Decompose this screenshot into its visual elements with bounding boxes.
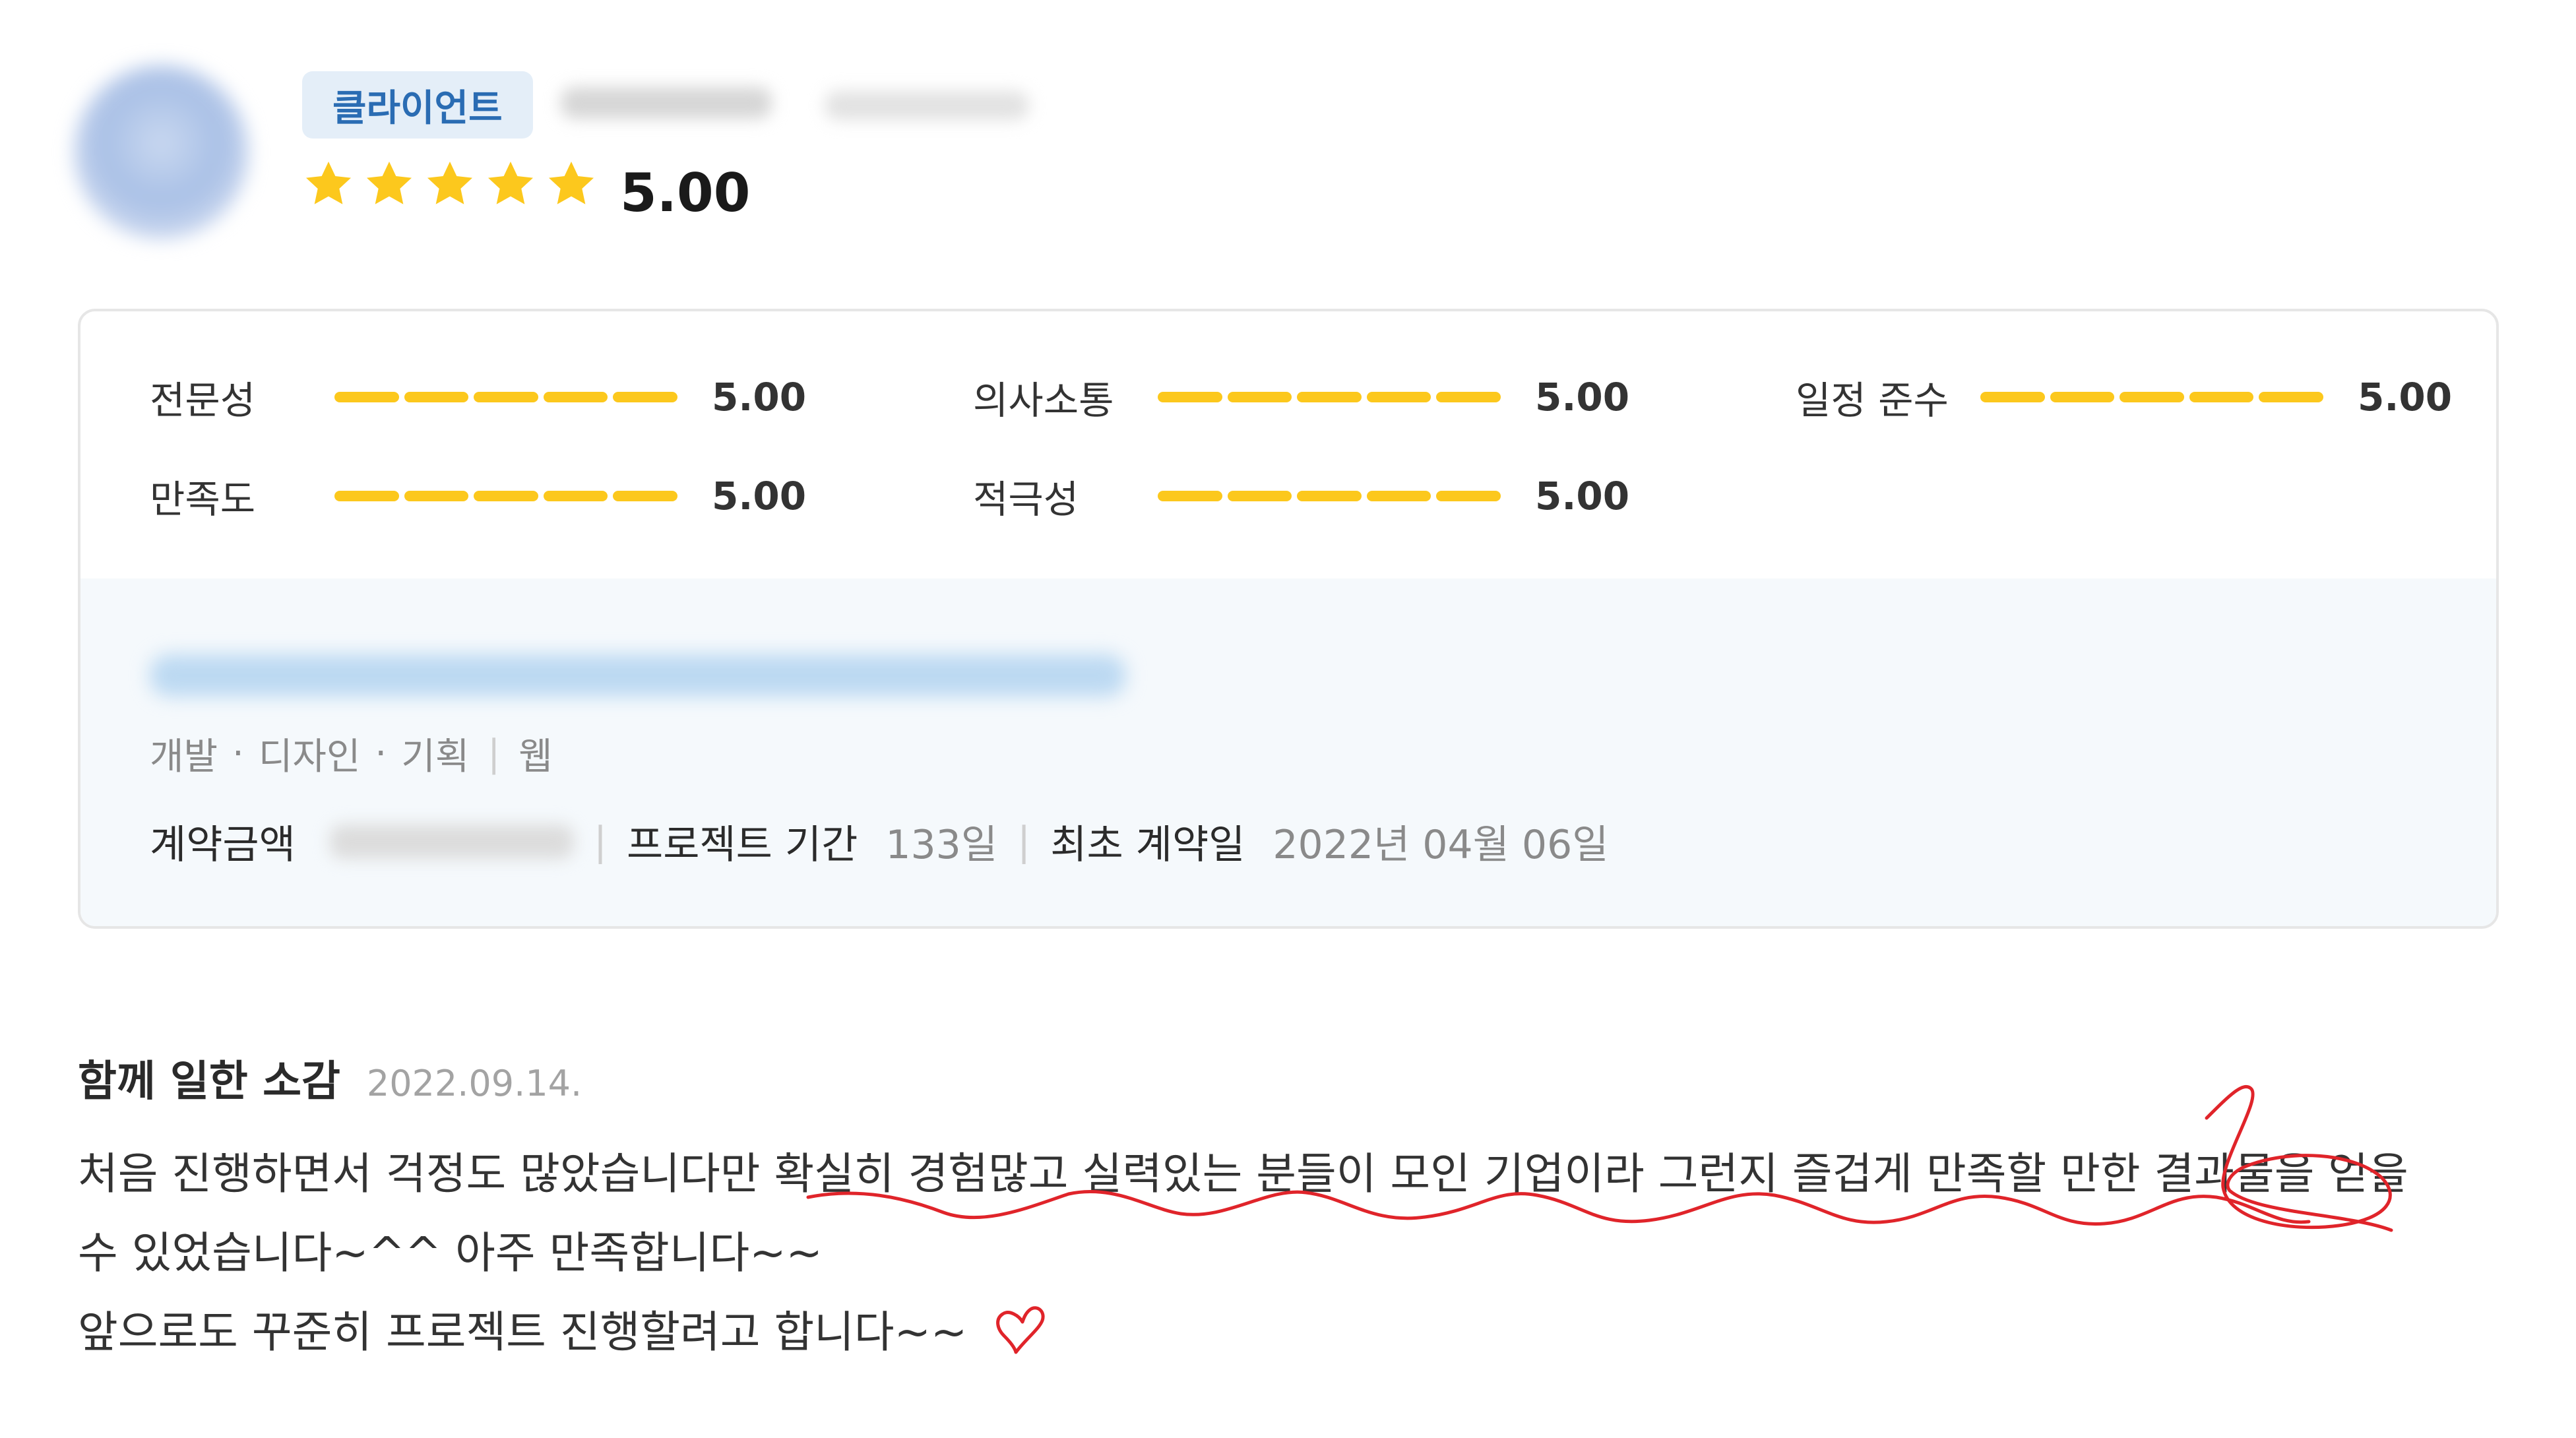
duration-label: 프로젝트 기간: [627, 822, 858, 868]
redacted-client-name: [561, 87, 772, 119]
rating-bar-segment: [1227, 392, 1292, 402]
project-categories: 개발 · 디자인 · 기획 | 웹: [150, 727, 553, 780]
rating-bar-segment: [1297, 392, 1362, 402]
redacted-client-id: [825, 91, 1029, 120]
rating-bar-segment: [2189, 392, 2254, 402]
rating-bar-segment: [1158, 392, 1222, 402]
rating-bar-segment: [1158, 491, 1222, 501]
category-item: 기획: [401, 735, 470, 778]
rating-bar-segment: [1227, 491, 1292, 501]
star-rating: [302, 158, 598, 211]
rating-score: 5.00: [1535, 474, 1630, 518]
rating-bar-segment: [1366, 491, 1431, 501]
client-badge: 클라이언트: [302, 71, 533, 139]
rating-bar-segment: [1436, 491, 1501, 501]
rating-score: 5.00: [712, 474, 807, 518]
rating-bar: [1158, 392, 1501, 402]
rating-item-communication: 의사소통 5.00: [973, 367, 1629, 427]
rating-bar-segment: [543, 392, 608, 402]
rating-bar-segment: [404, 392, 469, 402]
review-line: 앞으로도 꾸준히 프로젝트 진행할려고 합니다~~: [78, 1307, 968, 1358]
rating-bar-segment: [543, 491, 608, 501]
rating-bar-segment: [334, 491, 399, 501]
rating-label: 만족도: [150, 477, 256, 522]
redacted-project-title[interactable]: [150, 654, 1126, 697]
first-contract-label: 최초 계약일: [1050, 822, 1245, 868]
rating-bar-segment: [613, 491, 677, 501]
rating-bar-segment: [474, 392, 538, 402]
rating-bar-segment: [1297, 491, 1362, 501]
contract-amount-label: 계약금액: [150, 822, 296, 868]
category-dot: ·: [232, 732, 244, 775]
category-item: 디자인: [258, 735, 361, 778]
avatar: [74, 65, 249, 239]
duration-value: 133일: [885, 822, 998, 868]
rating-breakdown: 전문성 5.00 의사소통 5.00 일정 준수 5.00 만족도 5.00 적…: [80, 311, 2496, 578]
platform-tag: 웹: [518, 735, 553, 778]
star-icon: [367, 162, 412, 204]
rating-item-expertise: 전문성 5.00: [150, 367, 806, 427]
rating-label: 일정 준수: [1796, 378, 1949, 423]
review-line: 처음 진행하면서 걱정도 많았습니다만 확실히 경험많고 실력있는 분들이 모인…: [78, 1148, 2408, 1199]
divider: |: [487, 732, 501, 775]
rating-label: 전문성: [150, 378, 256, 423]
review-title: 함께 일한 소감: [78, 1057, 340, 1106]
rating-item-proactiveness: 적극성 5.00: [973, 466, 1629, 526]
project-info: 개발 · 디자인 · 기획 | 웹 계약금액 | 프로젝트 기간 133일 | …: [80, 578, 2496, 926]
rating-bar-segment: [1980, 392, 2045, 402]
divider: |: [593, 818, 608, 865]
rating-item-satisfaction: 만족도 5.00: [150, 466, 806, 526]
review-text: 처음 진행하면서 걱정도 많았습니다만 확실히 경험많고 실력있는 분들이 모인…: [78, 1135, 2545, 1372]
category-dot: ·: [375, 732, 387, 775]
category-item: 개발: [150, 735, 218, 778]
review-date: 2022.09.14.: [366, 1063, 582, 1104]
rating-label: 의사소통: [973, 378, 1114, 423]
rating-bar: [334, 392, 677, 402]
first-contract-value: 2022년 04월 06일: [1272, 822, 1609, 868]
star-icon: [488, 162, 533, 204]
rating-bar: [334, 491, 677, 501]
redacted-contract-amount: [329, 824, 574, 859]
rating-bar-segment: [334, 392, 399, 402]
rating-bar-segment: [1366, 392, 1431, 402]
rating-score: 5.00: [1535, 375, 1630, 420]
star-icon: [549, 162, 594, 204]
rating-item-schedule: 일정 준수 5.00: [1796, 367, 2452, 427]
star-icon: [427, 162, 472, 204]
rating-label: 적극성: [973, 477, 1079, 522]
rating-bar: [1980, 392, 2323, 402]
rating-bar-segment: [2050, 392, 2115, 402]
rating-bar-segment: [613, 392, 677, 402]
divider: |: [1017, 818, 1031, 865]
rating-score: 5.00: [712, 375, 807, 420]
review-header: 함께 일한 소감 2022.09.14.: [78, 1047, 582, 1108]
rating-bar-segment: [2259, 392, 2323, 402]
overall-score: 5.00: [620, 162, 751, 224]
rating-bar-segment: [404, 491, 469, 501]
rating-score: 5.00: [2358, 375, 2453, 420]
rating-bar: [1158, 491, 1501, 501]
rating-bar-segment: [2120, 392, 2184, 402]
star-icon: [306, 162, 351, 204]
rating-bar-segment: [1436, 392, 1501, 402]
rating-card: 전문성 5.00 의사소통 5.00 일정 준수 5.00 만족도 5.00 적…: [78, 309, 2499, 929]
rating-bar-segment: [474, 491, 538, 501]
contract-info: 계약금액 | 프로젝트 기간 133일 | 최초 계약일 2022년 04월 0…: [150, 813, 1608, 870]
review-page: 클라이언트 5.00 전문성 5.00 의사소통 5.00 일정 준수 5.00…: [0, 0, 2576, 1438]
review-line: 수 있었습니다~^^ 아주 만족합니다~~: [78, 1228, 823, 1278]
